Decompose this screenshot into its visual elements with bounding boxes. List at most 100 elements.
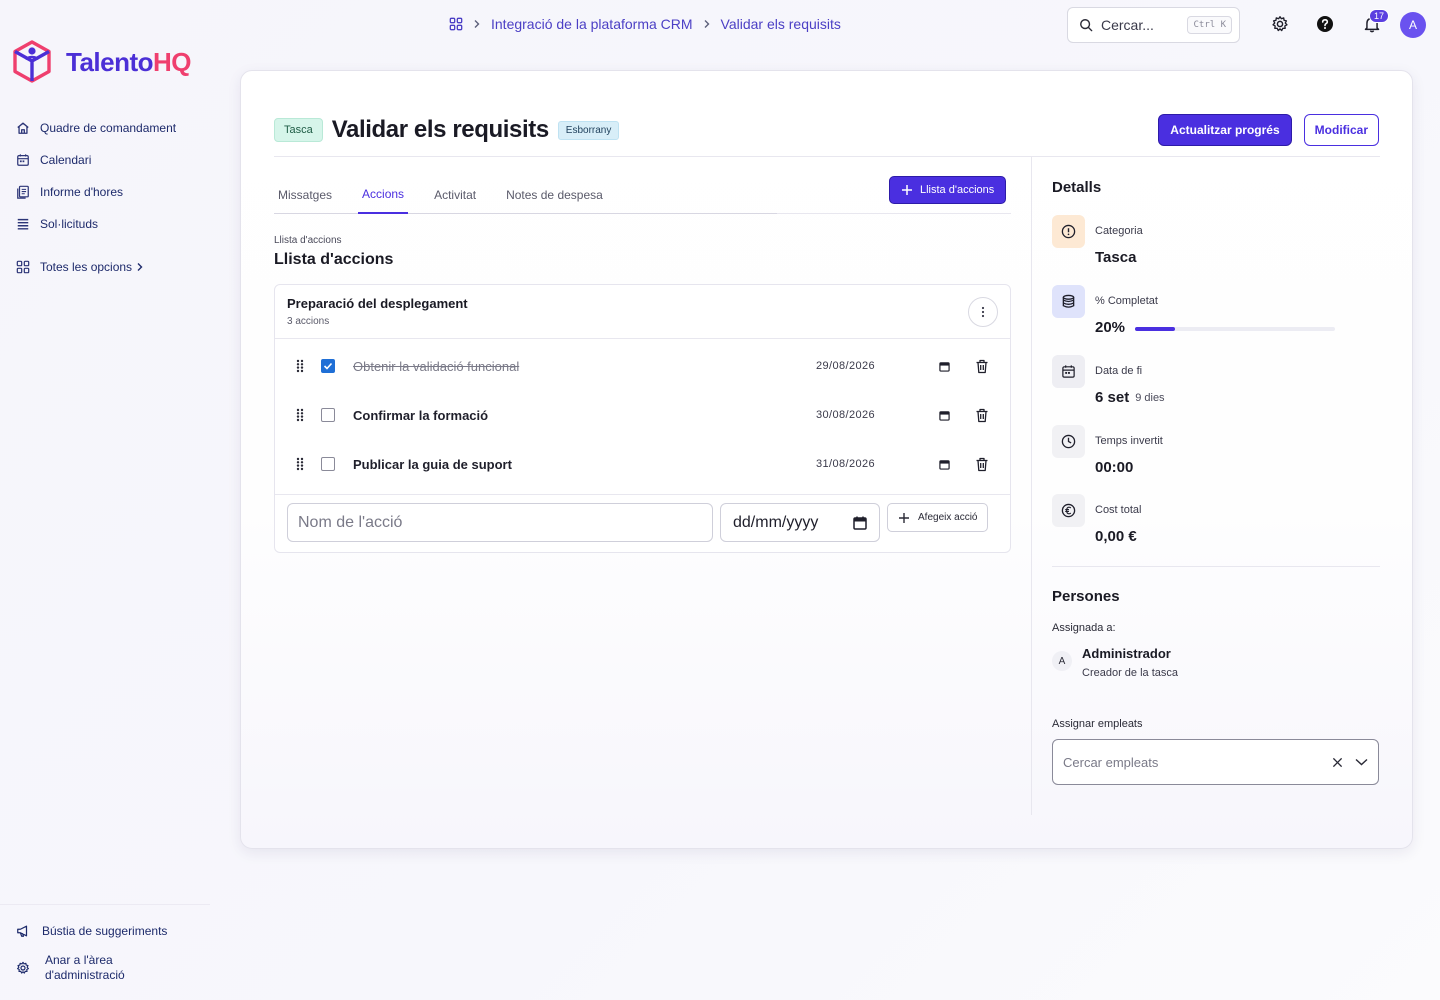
completed-icon-wrap	[1052, 285, 1085, 318]
drag-handle-icon[interactable]	[296, 359, 304, 373]
due-icon-wrap	[1052, 355, 1085, 388]
user-avatar[interactable]: A	[1400, 12, 1426, 38]
item-checkbox[interactable]	[321, 408, 335, 422]
item-date: 31/08/2026	[816, 458, 876, 470]
item-date: 29/08/2026	[816, 360, 876, 372]
detail-label: % Completat	[1095, 295, 1158, 307]
report-icon	[17, 185, 29, 199]
divider-vertical	[1031, 157, 1032, 815]
admin-area-link[interactable]: Anar a l'àrea d'administració	[0, 953, 210, 983]
detail-label: Cost total	[1095, 504, 1142, 516]
item-text[interactable]: Publicar la guia de suport	[353, 457, 512, 472]
calendar-icon[interactable]	[939, 361, 950, 372]
logo-cube-icon	[13, 40, 51, 83]
help-button[interactable]	[1314, 13, 1336, 35]
progress-bar-fill	[1135, 327, 1175, 331]
plus-icon	[902, 185, 912, 195]
item-checkbox[interactable]	[321, 359, 335, 373]
drag-handle-icon[interactable]	[296, 408, 304, 422]
more-vertical-icon	[981, 306, 985, 318]
close-icon[interactable]	[1332, 757, 1343, 768]
details-title: Detalls	[1052, 179, 1102, 196]
notifications-count-badge: 17	[1368, 9, 1389, 23]
sidebar-bottom: Bústia de suggeriments Anar a l'àrea d'a…	[0, 904, 210, 983]
assignee[interactable]: A Administrador Creador de la tasca	[1052, 645, 1352, 685]
divider	[274, 156, 1032, 157]
tab-expense-notes[interactable]: Notes de despesa	[502, 176, 607, 214]
home-icon	[17, 122, 29, 134]
detail-value: Tasca	[1095, 249, 1137, 266]
settings-button[interactable]	[1269, 13, 1291, 35]
item-checkbox[interactable]	[321, 457, 335, 471]
checklist-header: Preparació del desplegament 3 accions	[275, 285, 1010, 339]
breadcrumb-item-project[interactable]: Integració de la plataforma CRM	[491, 16, 693, 32]
search-shortcut-badge: Ctrl K	[1187, 16, 1232, 34]
chevron-right-icon	[474, 20, 480, 28]
date-placeholder: dd/mm/yyyy	[733, 513, 819, 531]
megaphone-icon	[17, 925, 28, 937]
new-action-name-input[interactable]	[287, 503, 713, 542]
detail-label: Data de fi	[1095, 365, 1143, 377]
detail-value: 0,00 €	[1095, 528, 1137, 545]
people-title: Persones	[1052, 588, 1120, 605]
apps-grid-icon[interactable]	[449, 17, 463, 31]
checklist-menu-button[interactable]	[968, 297, 998, 327]
detail-value: 00:00	[1095, 459, 1134, 476]
add-action-button[interactable]: Afegeix acció	[887, 503, 989, 532]
tab-messages[interactable]: Missatges	[274, 176, 336, 214]
list-icon	[17, 218, 29, 230]
sidebar-item-label: Quadre de comandament	[40, 121, 177, 135]
detail-category: Categoria Tasca	[1052, 215, 1382, 275]
checklist-item: Publicar la guia de suport 31/08/2026	[275, 444, 1010, 484]
calendar-icon[interactable]	[939, 410, 950, 421]
sidebar-item-time-report[interactable]: Informe d'hores	[16, 176, 176, 208]
chevron-right-icon	[704, 20, 710, 28]
global-search-input[interactable]: Cercar... Ctrl K	[1067, 7, 1240, 43]
employee-search-placeholder: Cercar empleats	[1063, 754, 1159, 770]
task-tabs: Missatges Accions Activitat Notes de des…	[274, 176, 777, 214]
sidebar-item-all-options[interactable]: Totes les opcions	[16, 251, 176, 283]
chevron-right-icon	[137, 263, 143, 271]
tab-actions[interactable]: Accions	[358, 176, 409, 214]
gear-icon	[1272, 16, 1288, 32]
brand-logo[interactable]: TalentoHQ	[12, 40, 192, 84]
suggestions-box-link[interactable]: Bústia de suggeriments	[0, 915, 210, 947]
item-text[interactable]: Confirmar la formació	[353, 408, 488, 423]
header-actions: Actualitzar progrés Modificar	[1158, 114, 1379, 146]
assignee-name: Administrador	[1082, 646, 1171, 661]
add-action-list-button[interactable]: Llista d'accions	[889, 176, 1007, 204]
sidebar-item-dashboard[interactable]: Quadre de comandament	[16, 112, 176, 144]
trash-icon[interactable]	[975, 359, 989, 374]
edit-button[interactable]: Modificar	[1303, 114, 1379, 146]
employee-search-select[interactable]: Cercar empleats	[1052, 739, 1379, 785]
item-text[interactable]: Obtenir la validació funcional	[353, 359, 519, 374]
cost-icon-wrap	[1052, 494, 1085, 527]
update-progress-button[interactable]: Actualitzar progrés	[1158, 114, 1292, 146]
notifications-button[interactable]: 17	[1361, 9, 1389, 35]
trash-icon[interactable]	[975, 457, 989, 472]
tab-activity[interactable]: Activitat	[430, 176, 480, 214]
sidebar-nav: Quadre de comandament Calendari Informe …	[16, 112, 176, 283]
calendar-icon[interactable]	[939, 459, 950, 470]
calendar-icon[interactable]	[853, 516, 867, 530]
sidebar-item-label: Informe d'hores	[40, 185, 123, 199]
euro-icon	[1061, 503, 1076, 518]
breadcrumb-item-current[interactable]: Validar els requisits	[721, 16, 841, 32]
item-date: 30/08/2026	[816, 409, 876, 421]
drag-handle-icon[interactable]	[296, 457, 304, 471]
sidebar-item-requests[interactable]: Sol·licituds	[16, 208, 176, 240]
checklist-count: 3 accions	[287, 316, 330, 327]
calendar-icon	[17, 154, 29, 166]
sidebar-item-calendar[interactable]: Calendari	[16, 144, 176, 176]
checklist-item: Obtenir la validació funcional 29/08/202…	[275, 346, 1010, 386]
assign-employees-label: Assignar empleats	[1052, 718, 1143, 730]
sidebar-item-label: Sol·licituds	[40, 217, 99, 231]
trash-icon[interactable]	[975, 408, 989, 423]
chevron-down-icon[interactable]	[1355, 758, 1368, 766]
avatar: A	[1052, 651, 1072, 671]
detail-due-date: Data de fi 6 set 9 dies	[1052, 355, 1382, 415]
new-action-date-input[interactable]: dd/mm/yyyy	[720, 503, 880, 542]
divider	[777, 213, 1011, 214]
detail-completed: % Completat 20%	[1052, 285, 1382, 345]
detail-label: Temps invertit	[1095, 435, 1163, 447]
